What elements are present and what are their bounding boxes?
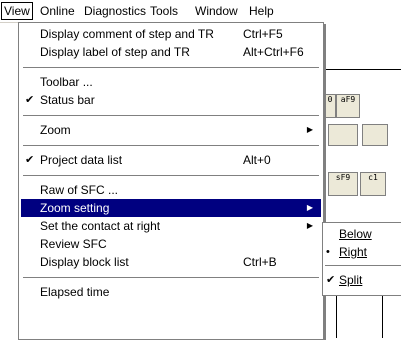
menu-item-label: Toolbar ...: [40, 75, 93, 89]
toolbar-button-5-label: sF9: [335, 173, 351, 182]
menu-item-label: Display label of step and TR: [40, 45, 190, 59]
menu-item-label: Zoom: [40, 123, 71, 137]
menu-item-raw-of-sfc[interactable]: Raw of SFC ...: [21, 181, 321, 199]
menu-item-label: Project data list: [40, 153, 123, 167]
submenu-arrow-icon: ▶: [306, 221, 313, 230]
toolbar-button-2[interactable]: aF9: [336, 94, 360, 118]
menu-separator: [23, 277, 319, 279]
menu-item-label: Set the contact at right: [40, 219, 161, 233]
submenu-item-label: Split: [339, 273, 363, 287]
menu-item-zoom-setting[interactable]: Zoom setting ▶: [21, 199, 321, 217]
menu-online[interactable]: Online: [38, 3, 77, 19]
menu-item-zoom[interactable]: Zoom ▶: [21, 121, 321, 139]
zoom-setting-submenu: Below • Right ✔ Split: [322, 222, 401, 296]
toolbar-button-6[interactable]: c1: [360, 172, 386, 196]
bullet-icon: •: [326, 246, 330, 258]
toolbar-button-5[interactable]: sF9: [328, 172, 358, 196]
submenu-item-label: Right: [339, 245, 368, 259]
menu-bar: View Online Diagnostics Tools Window Hel…: [0, 0, 401, 23]
menu-item-display-comment[interactable]: Display comment of step and TR Ctrl+F5: [21, 25, 321, 43]
menu-view-label: View: [4, 4, 30, 18]
menu-diagnostics[interactable]: Diagnostics: [82, 3, 148, 19]
ladder-line-1: [336, 292, 337, 338]
submenu-item-below[interactable]: Below: [323, 225, 401, 243]
menu-help[interactable]: Help: [247, 3, 276, 19]
menu-separator: [325, 265, 401, 266]
menu-tools-label: Tools: [150, 4, 179, 18]
menu-separator: [23, 175, 319, 177]
menu-item-shortcut: Ctrl+B: [243, 255, 277, 269]
menu-item-label: Elapsed time: [40, 285, 110, 299]
menu-separator: [23, 67, 319, 69]
menu-view[interactable]: View: [1, 2, 33, 20]
menu-window[interactable]: Window: [193, 3, 240, 19]
menu-item-label: Review SFC: [40, 237, 107, 251]
submenu-item-right[interactable]: • Right: [323, 243, 401, 261]
check-mark-icon: ✔: [25, 154, 35, 166]
menu-item-label: Raw of SFC ...: [40, 183, 119, 197]
menu-item-shortcut: Alt+Ctrl+F6: [243, 45, 304, 59]
menu-item-review-sfc[interactable]: Review SFC: [21, 235, 321, 253]
menu-item-shortcut: Alt+0: [243, 153, 271, 167]
toolbar-button-1[interactable]: 0: [324, 94, 336, 118]
menu-item-display-block-list[interactable]: Display block list Ctrl+B: [21, 253, 321, 271]
toolbar-button-4[interactable]: [362, 124, 388, 146]
menu-item-display-label[interactable]: Display label of step and TR Alt+Ctrl+F6: [21, 43, 321, 61]
menu-item-status-bar[interactable]: ✔ Status bar: [21, 91, 321, 109]
check-mark-icon: ✔: [326, 274, 336, 286]
toolbar-button-6-label: c1: [368, 173, 378, 182]
menu-item-label: Zoom setting: [40, 201, 110, 215]
menu-separator: [23, 145, 319, 147]
menu-item-elapsed-time[interactable]: Elapsed time: [21, 283, 321, 301]
toolbar-button-1-label: 0: [327, 95, 333, 104]
toolbar-button-3[interactable]: [328, 124, 358, 146]
menu-separator: [23, 115, 319, 117]
menu-item-set-contact-right[interactable]: Set the contact at right ▶: [21, 217, 321, 235]
menu-tools[interactable]: Tools: [148, 3, 180, 19]
divider-line: [322, 69, 401, 70]
menu-window-label: Window: [195, 4, 238, 18]
menu-item-project-data-list[interactable]: ✔ Project data list Alt+0: [21, 151, 321, 169]
submenu-arrow-icon: ▶: [306, 125, 313, 134]
ladder-line-2: [382, 292, 383, 338]
menu-item-toolbar[interactable]: Toolbar ...: [21, 73, 321, 91]
view-menu-dropdown: Display comment of step and TR Ctrl+F5 D…: [18, 22, 324, 340]
menu-item-label: Status bar: [40, 93, 95, 107]
menu-item-shortcut: Ctrl+F5: [243, 27, 283, 41]
submenu-item-split[interactable]: ✔ Split: [323, 271, 401, 289]
submenu-arrow-icon: ▶: [306, 203, 313, 212]
menu-item-label: Display comment of step and TR: [40, 27, 214, 41]
submenu-item-label: Below: [339, 227, 372, 241]
menu-item-label: Display block list: [40, 255, 129, 269]
toolbar-button-2-label: aF9: [340, 95, 356, 104]
menu-online-label: Online: [40, 4, 75, 18]
menu-help-label: Help: [249, 4, 274, 18]
check-mark-icon: ✔: [25, 94, 35, 106]
menu-diagnostics-label: Diagnostics: [84, 4, 147, 18]
